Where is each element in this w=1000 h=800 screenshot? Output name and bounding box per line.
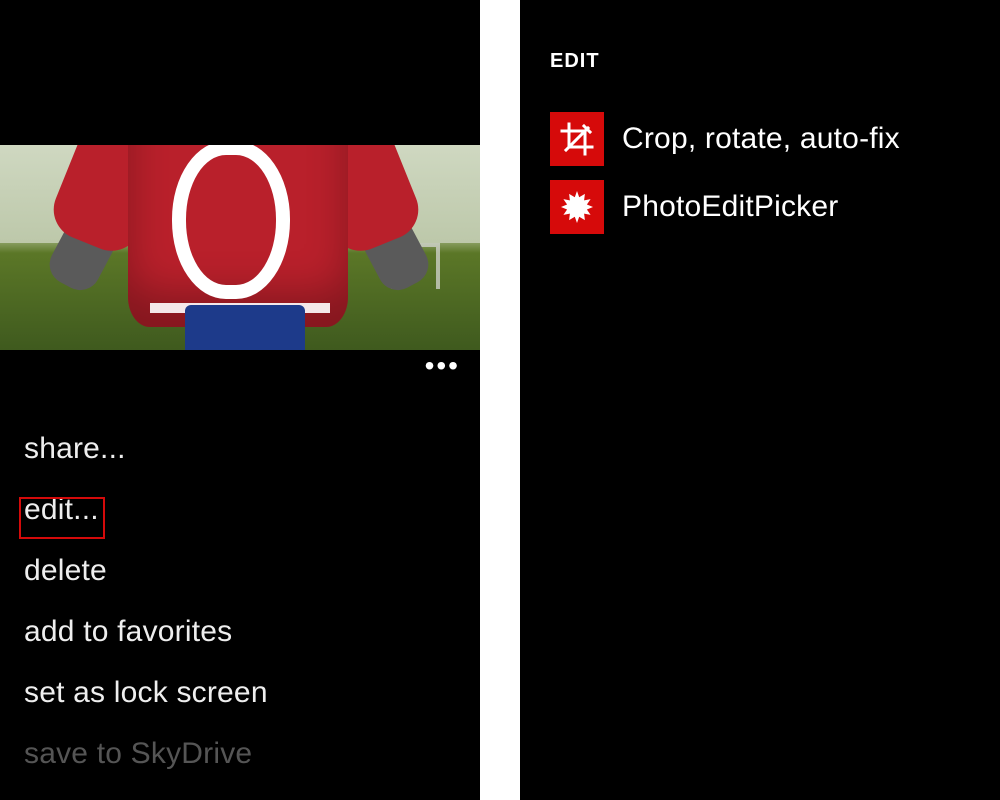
page-title: EDIT [550, 50, 600, 73]
menu-item-set-as-lock-screen[interactable]: set as lock screen [24, 662, 456, 723]
photo-shorts [185, 305, 305, 350]
photo-viewer[interactable] [0, 145, 480, 350]
phone-right: EDIT Crop, rotate, auto-fix [520, 0, 1000, 800]
photo-jersey-number [172, 145, 290, 299]
menu-item-share[interactable]: share... [24, 418, 456, 479]
burst-icon [550, 180, 604, 234]
edit-option-crop-label: Crop, rotate, auto-fix [622, 122, 900, 156]
edit-options-list: Crop, rotate, auto-fix PhotoEditPicker [550, 112, 980, 248]
phone-left: ••• share... edit... delete add to favor… [0, 0, 480, 800]
crop-icon [550, 112, 604, 166]
edit-option-photoeditpicker[interactable]: PhotoEditPicker [550, 180, 980, 234]
menu-item-add-to-favorites[interactable]: add to favorites [24, 601, 456, 662]
more-icon[interactable]: ••• [425, 356, 460, 376]
menu-item-edit[interactable]: edit... [24, 479, 456, 540]
menu-item-delete[interactable]: delete [24, 540, 456, 601]
edit-option-crop[interactable]: Crop, rotate, auto-fix [550, 112, 980, 166]
menu-item-save-to-skydrive[interactable]: save to SkyDrive [24, 723, 456, 784]
app-bar: ••• [0, 350, 480, 388]
context-menu: share... edit... delete add to favorites… [0, 388, 480, 784]
edit-option-photoeditpicker-label: PhotoEditPicker [622, 190, 838, 224]
